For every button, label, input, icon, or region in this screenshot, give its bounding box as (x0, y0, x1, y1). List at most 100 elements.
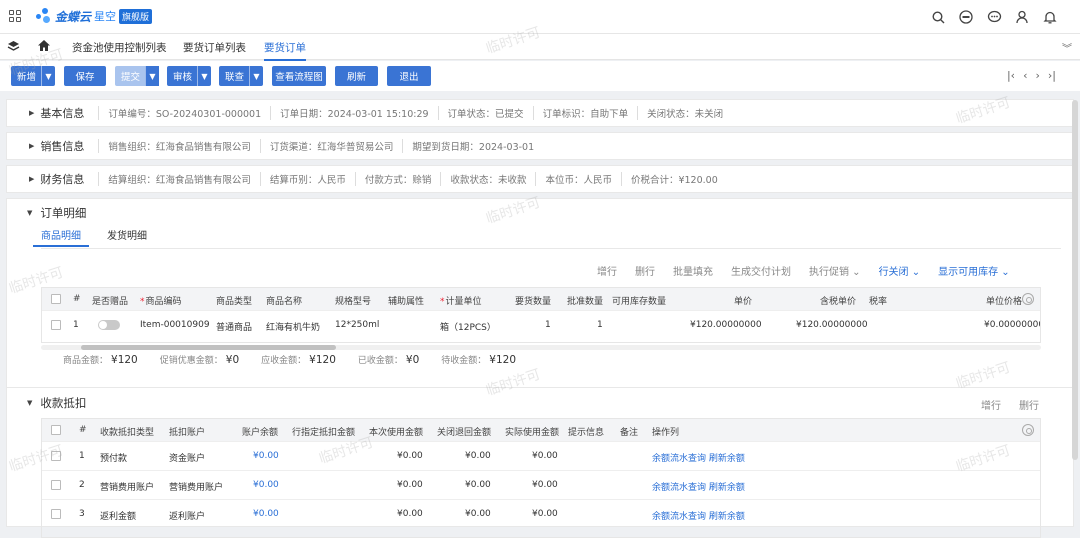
chevron-down-icon[interactable]: ▼ (145, 66, 159, 86)
sales-info-row[interactable]: ▶ 销售信息 销售组织：红海食品销售有限公司 订货渠道：红海华普贸易公司 期望到… (6, 132, 1074, 160)
subtab-shipping[interactable]: 发货明细 (107, 227, 147, 242)
expand-down-icon[interactable]: ︾ (1062, 40, 1072, 55)
row-checkbox[interactable] (51, 320, 61, 330)
gift-toggle[interactable] (98, 320, 120, 330)
summary-promo-label: 促销优惠金额： (159, 356, 223, 366)
row-balance[interactable]: ¥0.00 (253, 480, 279, 490)
col-remark: 备注 (620, 428, 639, 438)
select-all-checkbox[interactable] (51, 294, 61, 304)
table-row[interactable]: 2 营销费用账户 营销费用账户 ¥0.00 ¥0.00 ¥0.00 ¥0.00 … (42, 470, 1040, 499)
pay-method: 付款方式：赊销 (354, 172, 441, 186)
home-icon[interactable] (37, 39, 51, 55)
minus-circle-icon[interactable] (958, 9, 974, 25)
row-checkbox[interactable] (51, 480, 61, 490)
row-actual: ¥0.00 (532, 480, 558, 490)
order-channel: 订货渠道：红海华普贸易公司 (259, 139, 403, 153)
add-row-button[interactable]: 增行 (981, 397, 1001, 412)
expand-right-icon[interactable]: ▶ (29, 142, 34, 150)
col-ops: 操作列 (652, 428, 680, 438)
col-qty: 要货数量 (515, 297, 552, 307)
tab-order-list[interactable]: 要货订单列表 (183, 40, 246, 55)
amount-summary: 商品金额： ¥120 促销优惠金额： ¥0 应收金额： ¥120 已收金额： ¥0 待收… (63, 353, 516, 366)
summary-goods: 商品金额： ¥120 (63, 353, 138, 366)
row-code: Item-00010909 (140, 320, 210, 330)
vertical-scrollbar[interactable] (1072, 100, 1078, 460)
row-spec: 12*250ml (335, 320, 380, 330)
row-index: 2 (79, 480, 85, 490)
row-ops-links[interactable]: 余额流水查询 刷新余额 (652, 451, 745, 464)
row-checkbox[interactable] (51, 451, 61, 461)
scroll-thumb[interactable] (81, 345, 336, 350)
prev-page-icon[interactable]: ‹ (1023, 69, 1027, 82)
gen-delivery-plan-button[interactable]: 生成交付计划 (731, 263, 791, 278)
deduction-header[interactable]: ▼ 收款抵扣 (27, 395, 86, 411)
new-button[interactable]: 新增 ▼ (11, 66, 55, 86)
collapse-down-icon[interactable]: ▼ (27, 399, 32, 407)
horizontal-scrollbar[interactable] (41, 345, 1041, 350)
tab-order[interactable]: 要货订单 (264, 40, 306, 61)
submit-label: 提交 (121, 72, 141, 83)
view-flow-button[interactable]: 查看流程图 (272, 66, 326, 86)
col-price: 单价 (734, 297, 753, 307)
row-balance[interactable]: ¥0.00 (253, 451, 279, 461)
first-page-icon[interactable]: |‹ (1007, 69, 1015, 82)
show-stock-button[interactable]: 显示可用库存 ⌄ (938, 263, 1010, 278)
row-returned: ¥0.00 (465, 509, 491, 519)
summary-pending-value: ¥120 (489, 354, 517, 366)
settings-gear-icon[interactable] (1022, 424, 1034, 436)
goods-grid: # 是否赠品 *商品编码 商品类型 商品名称 规格型号 辅助属性 *计量单位 要… (41, 287, 1041, 343)
order-detail-header[interactable]: ▼ 订单明细 (27, 205, 86, 221)
save-button[interactable]: 保存 (64, 66, 106, 86)
collapse-down-icon[interactable]: ▼ (27, 209, 32, 217)
select-all-checkbox[interactable] (51, 425, 61, 435)
brand-logo[interactable]: 金蝶云 星空 旗舰版 (36, 6, 153, 26)
bell-icon[interactable] (1042, 9, 1058, 25)
finance-info-row[interactable]: ▶ 财务信息 结算组织：红海食品销售有限公司 结算币别：人民币 付款方式：赊销 … (6, 165, 1074, 193)
basic-info-row[interactable]: ▶ 基本信息 订单编号：SO-20240301-000001 订单日期：2024… (6, 99, 1074, 127)
expand-right-icon[interactable]: ▶ (29, 175, 34, 183)
exec-promo-label: 执行促销 (809, 267, 849, 278)
row-ops-links[interactable]: 余额流水查询 刷新余额 (652, 509, 745, 522)
row-ops-links[interactable]: 余额流水查询 刷新余额 (652, 480, 745, 493)
row-checkbox[interactable] (51, 509, 61, 519)
table-row[interactable]: 3 返利金额 返利账户 ¥0.00 ¥0.00 ¥0.00 ¥0.00 余额流水… (42, 499, 1040, 528)
order-detail-title: 订单明细 (40, 206, 87, 220)
chevron-down-icon[interactable]: ▼ (41, 66, 55, 86)
content-area: ▶ 基本信息 订单编号：SO-20240301-000001 订单日期：2024… (6, 97, 1074, 538)
next-page-icon[interactable]: › (1035, 69, 1039, 82)
add-row-button[interactable]: 增行 (597, 263, 617, 278)
last-page-icon[interactable]: ›| (1048, 69, 1056, 82)
col-spec: 规格型号 (335, 297, 372, 307)
chevron-down-icon[interactable]: ▼ (197, 66, 211, 86)
row-type: 普通商品 (216, 323, 253, 333)
delete-row-button[interactable]: 删行 (635, 263, 655, 278)
col-account: 抵扣账户 (169, 428, 206, 438)
subtab-goods[interactable]: 商品明细 (33, 227, 89, 247)
chat-icon[interactable] (986, 9, 1002, 25)
chevron-down-icon[interactable]: ▼ (249, 66, 263, 86)
exit-button[interactable]: 退出 (387, 66, 431, 86)
table-row[interactable]: 1 预付款 资金账户 ¥0.00 ¥0.00 ¥0.00 ¥0.00 余额流水查… (42, 441, 1040, 470)
audit-label: 审核 (173, 72, 193, 83)
row-unit-price: ¥0.00000000 (984, 320, 1041, 330)
app-grid-icon[interactable] (9, 10, 22, 23)
expand-right-icon[interactable]: ▶ (29, 109, 34, 117)
refresh-button[interactable]: 刷新 (335, 66, 378, 86)
layers-icon[interactable] (7, 40, 20, 56)
row-type: 营销费用账户 (100, 483, 155, 493)
row-balance[interactable]: ¥0.00 (253, 509, 279, 519)
col-code: *商品编码 (140, 297, 182, 307)
exec-promo-button[interactable]: 执行促销 ⌄ (809, 263, 861, 278)
tab-fund-pool-list[interactable]: 资金池使用控制列表 (72, 40, 167, 55)
link-query-button[interactable]: 联查 ▼ (219, 66, 263, 86)
submit-button[interactable]: 提交 ▼ (115, 66, 159, 86)
user-icon[interactable] (1014, 9, 1030, 25)
row-close-button[interactable]: 行关闭 ⌄ (879, 263, 921, 278)
delete-row-button[interactable]: 删行 (1019, 397, 1039, 412)
settings-gear-icon[interactable] (1022, 293, 1034, 305)
search-icon[interactable] (930, 9, 946, 25)
table-row[interactable]: 1 Item-00010909 普通商品 红海有机牛奶 12*250ml 箱（1… (42, 310, 1040, 340)
audit-button[interactable]: 审核 ▼ (167, 66, 211, 86)
row-actual: ¥0.00 (532, 509, 558, 519)
batch-fill-button[interactable]: 批量填充 (673, 263, 713, 278)
